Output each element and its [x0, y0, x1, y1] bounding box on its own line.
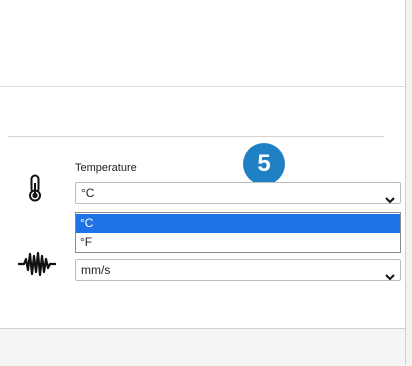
header-divider	[0, 86, 405, 87]
option-fahrenheit[interactable]: °F	[76, 233, 400, 252]
vibration-selected-value: mm/s	[81, 263, 111, 277]
vibration-unit-select[interactable]: mm/s	[75, 259, 401, 281]
step-number-badge: 5	[243, 143, 285, 185]
vibration-wave-icon	[18, 251, 56, 277]
chevron-down-icon	[385, 267, 395, 281]
temperature-label: Temperature	[75, 162, 137, 174]
footer-panel	[0, 328, 405, 366]
section-divider	[8, 136, 384, 137]
temperature-selected-value: °C	[81, 186, 95, 200]
chevron-down-icon	[385, 190, 395, 204]
temperature-unit-dropdown: °C °F	[75, 212, 401, 253]
page-edge	[405, 0, 412, 365]
temperature-unit-select[interactable]: °C	[75, 182, 401, 204]
thermometer-icon	[28, 174, 42, 202]
option-celsius[interactable]: °C	[76, 214, 400, 233]
